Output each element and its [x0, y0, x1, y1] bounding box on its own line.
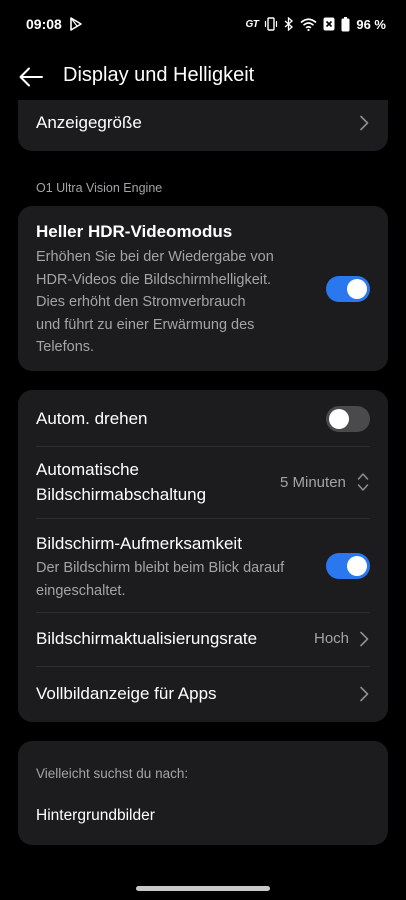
hdr-description-line-5: Telefons.: [36, 339, 95, 355]
refresh-rate-value: Hoch: [314, 630, 350, 647]
auto-rotate-label: Autom. drehen: [36, 409, 148, 428]
status-bar: 09:08 GT 96 %: [0, 0, 406, 48]
header: Display und Helligkeit: [0, 56, 406, 96]
screen-attention-description-line-1: Der Bildschirm bleibt beim Blick darauf: [36, 560, 285, 576]
hdr-video-mode-toggle[interactable]: [326, 276, 370, 302]
hdr-video-mode-label: Heller HDR-Videomodus: [36, 222, 233, 241]
back-arrow-icon[interactable]: [16, 62, 46, 92]
hdr-video-mode-card[interactable]: Heller HDR-Videomodus Erhöhen Sie bei de…: [18, 206, 388, 371]
toggle-knob: [329, 409, 349, 429]
toggle-knob: [347, 556, 367, 576]
section-label-engine: O1 Ultra Vision Engine: [36, 181, 163, 195]
status-time: 09:08: [26, 16, 62, 32]
chevron-right-icon: [360, 115, 369, 131]
wifi-icon: [300, 17, 317, 31]
display-size-row[interactable]: Anzeigegröße: [18, 100, 388, 151]
hdr-description-line-2: HDR-Videos die Bildschirmhelligkeit.: [36, 271, 272, 288]
no-sim-icon: [323, 17, 335, 31]
screen-attention-row[interactable]: Bildschirm-Aufmerksamkeit Der Bildschirm…: [18, 519, 388, 612]
suggestion-item-wallpapers[interactable]: Hintergrundbilder: [36, 804, 155, 828]
hdr-description-line-3: Dies erhöht den Stromverbrauch: [36, 294, 246, 310]
screen-attention-description-line-2: eingeschaltet.: [36, 583, 126, 599]
status-icons: GT 96 %: [245, 14, 386, 34]
battery-icon: [341, 16, 350, 31]
screen-attention-toggle[interactable]: [326, 553, 370, 579]
suggestions-card: Vielleicht suchst du nach: Hintergrundbi…: [18, 741, 388, 845]
fullscreen-apps-label: Vollbildanzeige für Apps: [36, 684, 217, 703]
screen-timeout-row[interactable]: Automatische Bildschirmabschaltung 5 Min…: [18, 447, 388, 518]
page-title: Display und Helligkeit: [63, 64, 255, 86]
display-settings-card: Autom. drehen Automatische Bildschirmabs…: [18, 390, 388, 722]
suggestions-heading: Vielleicht suchst du nach:: [36, 766, 189, 781]
display-size-label: Anzeigegröße: [36, 113, 142, 132]
network-label: GT: [245, 18, 259, 30]
toggle-knob: [347, 279, 367, 299]
battery-percent: 96 %: [356, 16, 386, 32]
auto-rotate-row[interactable]: Autom. drehen: [18, 390, 388, 446]
play-store-icon: [70, 17, 82, 31]
vibrate-icon: [265, 17, 278, 31]
screen-attention-label: Bildschirm-Aufmerksamkeit: [36, 534, 242, 553]
hdr-description-line-1: Erhöhen Sie bei der Wiedergabe von: [36, 249, 274, 265]
home-indicator[interactable]: [136, 886, 270, 891]
screen-timeout-label-line-2: Bildschirmabschaltung: [36, 485, 207, 504]
refresh-rate-label: Bildschirmaktualisierungsrate: [36, 629, 258, 648]
chevron-right-icon: [360, 631, 369, 647]
hdr-description-line-4: und führt zu einer Erwärmung des: [36, 316, 255, 333]
fullscreen-apps-row[interactable]: Vollbildanzeige für Apps: [18, 667, 388, 722]
chevron-up-down-icon: [357, 473, 369, 491]
screen-timeout-value: 5 Minuten: [280, 474, 346, 491]
auto-rotate-toggle[interactable]: [326, 406, 370, 432]
refresh-rate-row[interactable]: Bildschirmaktualisierungsrate Hoch: [18, 613, 388, 666]
screen-timeout-label-line-1: Automatische: [36, 460, 139, 479]
chevron-right-icon: [360, 686, 369, 702]
bluetooth-icon: [284, 17, 294, 31]
